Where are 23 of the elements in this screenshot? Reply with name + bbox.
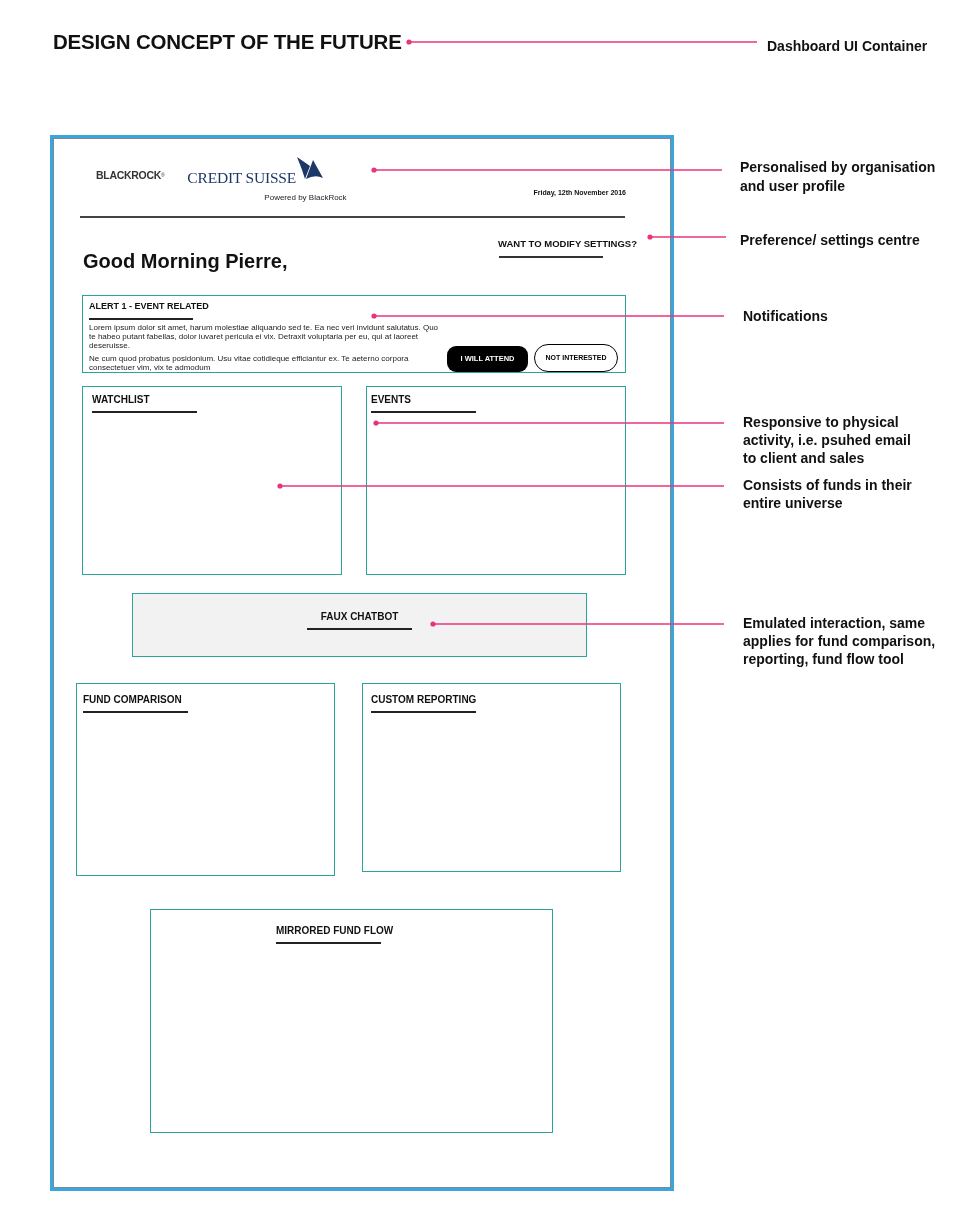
callout-text: Emulated interaction, same applies for fund comparison, reporting, fund flow tool: [743, 614, 936, 668]
panel-title: MIRRORED FUND FLOW: [276, 925, 394, 937]
callout-text: Dashboard UI Container: [767, 37, 928, 55]
alert-body-text: Ne cum quod probatus posidonium. Usu vitae cotidieque efficiantur ex. Te aeterno corpora consectetuer vim, vix te admodum: [89, 354, 410, 372]
panel-title: FAUX CHATBOT: [320, 611, 399, 623]
client-logo: CREDIT SUISSE: [187, 170, 296, 186]
panel-title: EVENTS: [371, 394, 411, 406]
settings-link[interactable]: WANT TO MODIFY SETTINGS?: [498, 238, 637, 250]
brand-logo: BLACKROCK$^{®}$: [96, 169, 165, 181]
panel-title: CUSTOM REPORTING: [371, 694, 477, 706]
powered-by-text: Powered by BlackRock: [264, 193, 347, 202]
callout-text: Preference/ settings centre: [740, 231, 920, 249]
callout-text: Personalised by organisation and user profile: [740, 158, 936, 196]
sails-icon: [297, 157, 323, 180]
greeting-heading: Good Morning Pierre,: [83, 249, 288, 273]
panel-title: FUND COMPARISON: [83, 694, 182, 706]
callout-text: Consists of funds in their entire universe: [743, 476, 912, 512]
callout-text: Notifications: [743, 307, 828, 325]
callout-text: Responsive to physical activity, i.e. psuhed email to client and sales: [743, 413, 911, 467]
alert-body-text: Lorem ipsum dolor sit amet, harum molestiae aliquando sed te. Ea nec veri invidunt salutatus. Quo te habeo putant fabellas, dolor iuvaret pericula ei vix. Detraxit voluptaria per eu, qui at laoreet deseruisse.: [89, 323, 440, 350]
panel-title: WATCHLIST: [92, 394, 150, 406]
alert-title: ALERT 1 - EVENT RELATED: [89, 301, 209, 312]
page-title: DESIGN CONCEPT OF THE FUTURE: [53, 30, 402, 54]
